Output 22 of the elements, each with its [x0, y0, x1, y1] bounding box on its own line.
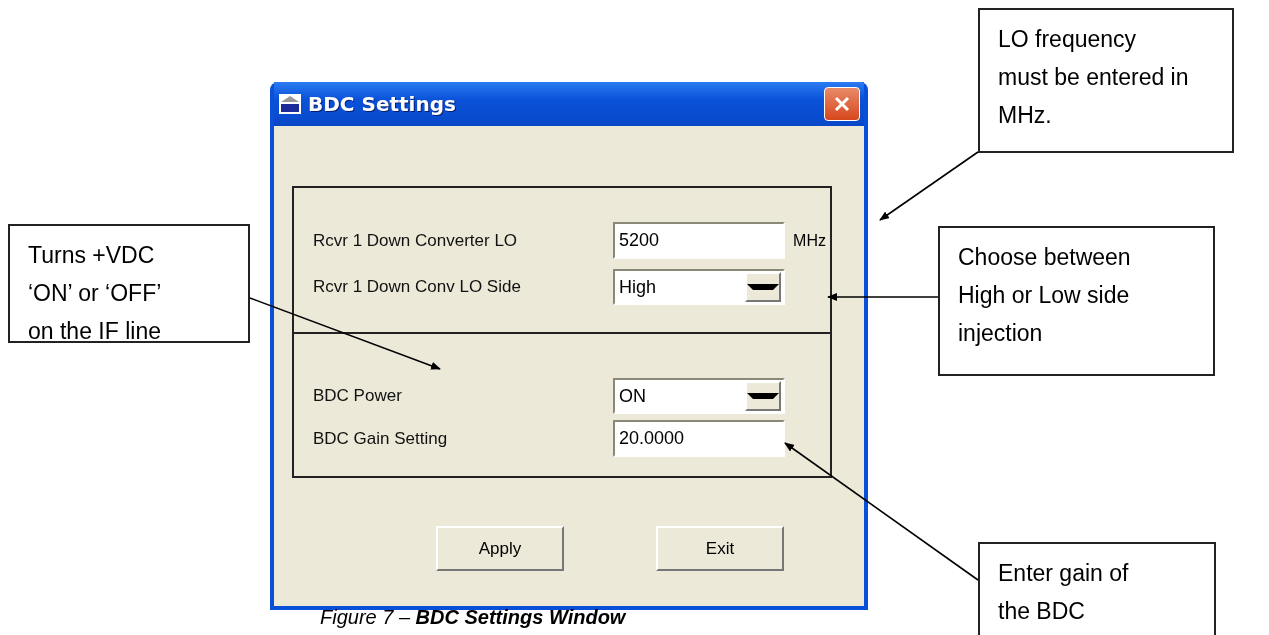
field-label: BDC Gain Setting	[313, 428, 449, 449]
dropdown-button[interactable]	[745, 272, 781, 302]
dropdown-button[interactable]	[745, 381, 781, 411]
close-icon	[833, 95, 851, 113]
callout-text: LO frequency must be entered in MHz.	[998, 26, 1189, 128]
field-label: Rcvr 1 Down Converter LO	[313, 230, 519, 251]
app-icon	[278, 93, 302, 115]
dialog-button[interactable]: Exit	[656, 526, 784, 571]
dialog-button[interactable]: Apply	[436, 526, 564, 571]
dropdown-field[interactable]: ON	[613, 378, 785, 414]
callout-text: Enter gain of the BDC	[998, 560, 1129, 624]
callout-text: Turns +VDC ‘ON’ or ‘OFF’ on the IF line	[28, 242, 162, 344]
close-button[interactable]	[824, 87, 860, 121]
field-label: BDC Power	[313, 386, 403, 406]
callout-text: Choose between High or Low side injection	[958, 244, 1131, 346]
text-field[interactable]: 5200	[613, 222, 785, 259]
figure-caption: Figure 7 – BDC Settings Window	[320, 606, 626, 628]
field-label: Rcvr 1 Down Conv LO Side	[313, 277, 522, 297]
text-field[interactable]: 20.0000	[613, 420, 785, 457]
window-title: BDC Settings	[308, 92, 457, 116]
unit-label: MHz	[793, 231, 827, 250]
dropdown-field[interactable]: High	[613, 269, 785, 305]
